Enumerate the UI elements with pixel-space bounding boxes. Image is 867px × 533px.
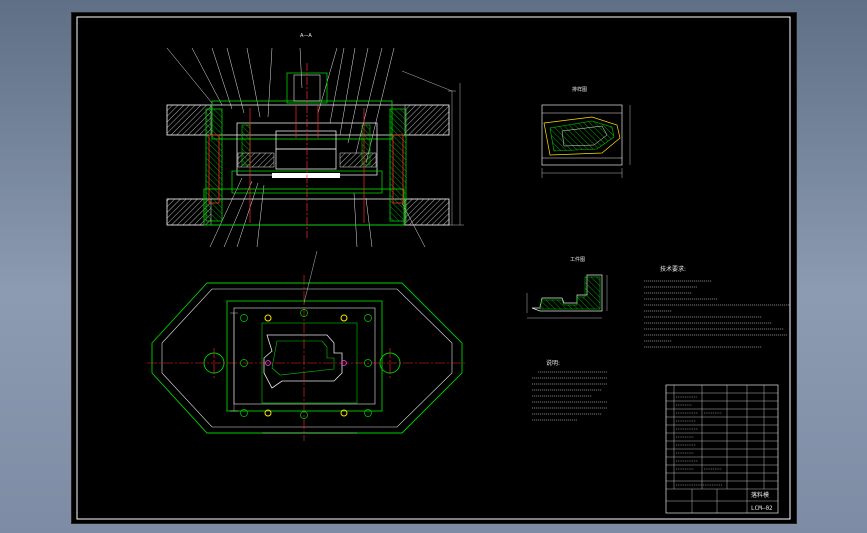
drawing-code: LCM—02 [751,505,773,512]
plan-view [147,250,467,441]
drawing-canvas: A—A 排样图 工件图 说明: 技术要求: 落料模 LCM—02 [71,12,797,524]
notes-title: 说明: [546,359,560,367]
drawing-name: 落料模 [751,491,769,499]
section-view: A—A [166,33,464,248]
title-block: 落料模 LCM—02 [665,384,779,514]
section-view-title: A—A [300,33,312,39]
workpiece-title: 工件图 [570,256,585,263]
tech-requirements-block: 技术要求: [644,265,790,348]
strip-layout-view: 排样图 [541,86,631,178]
cad-drawing: A—A 排样图 工件图 说明: 技术要求: 落料模 LCM—02 [76,16,791,520]
strip-layout-title: 排样图 [572,86,587,93]
notes-block: 说明: [532,359,607,421]
workpiece-view: 工件图 [526,256,608,319]
tech-title: 技术要求: [660,265,686,273]
